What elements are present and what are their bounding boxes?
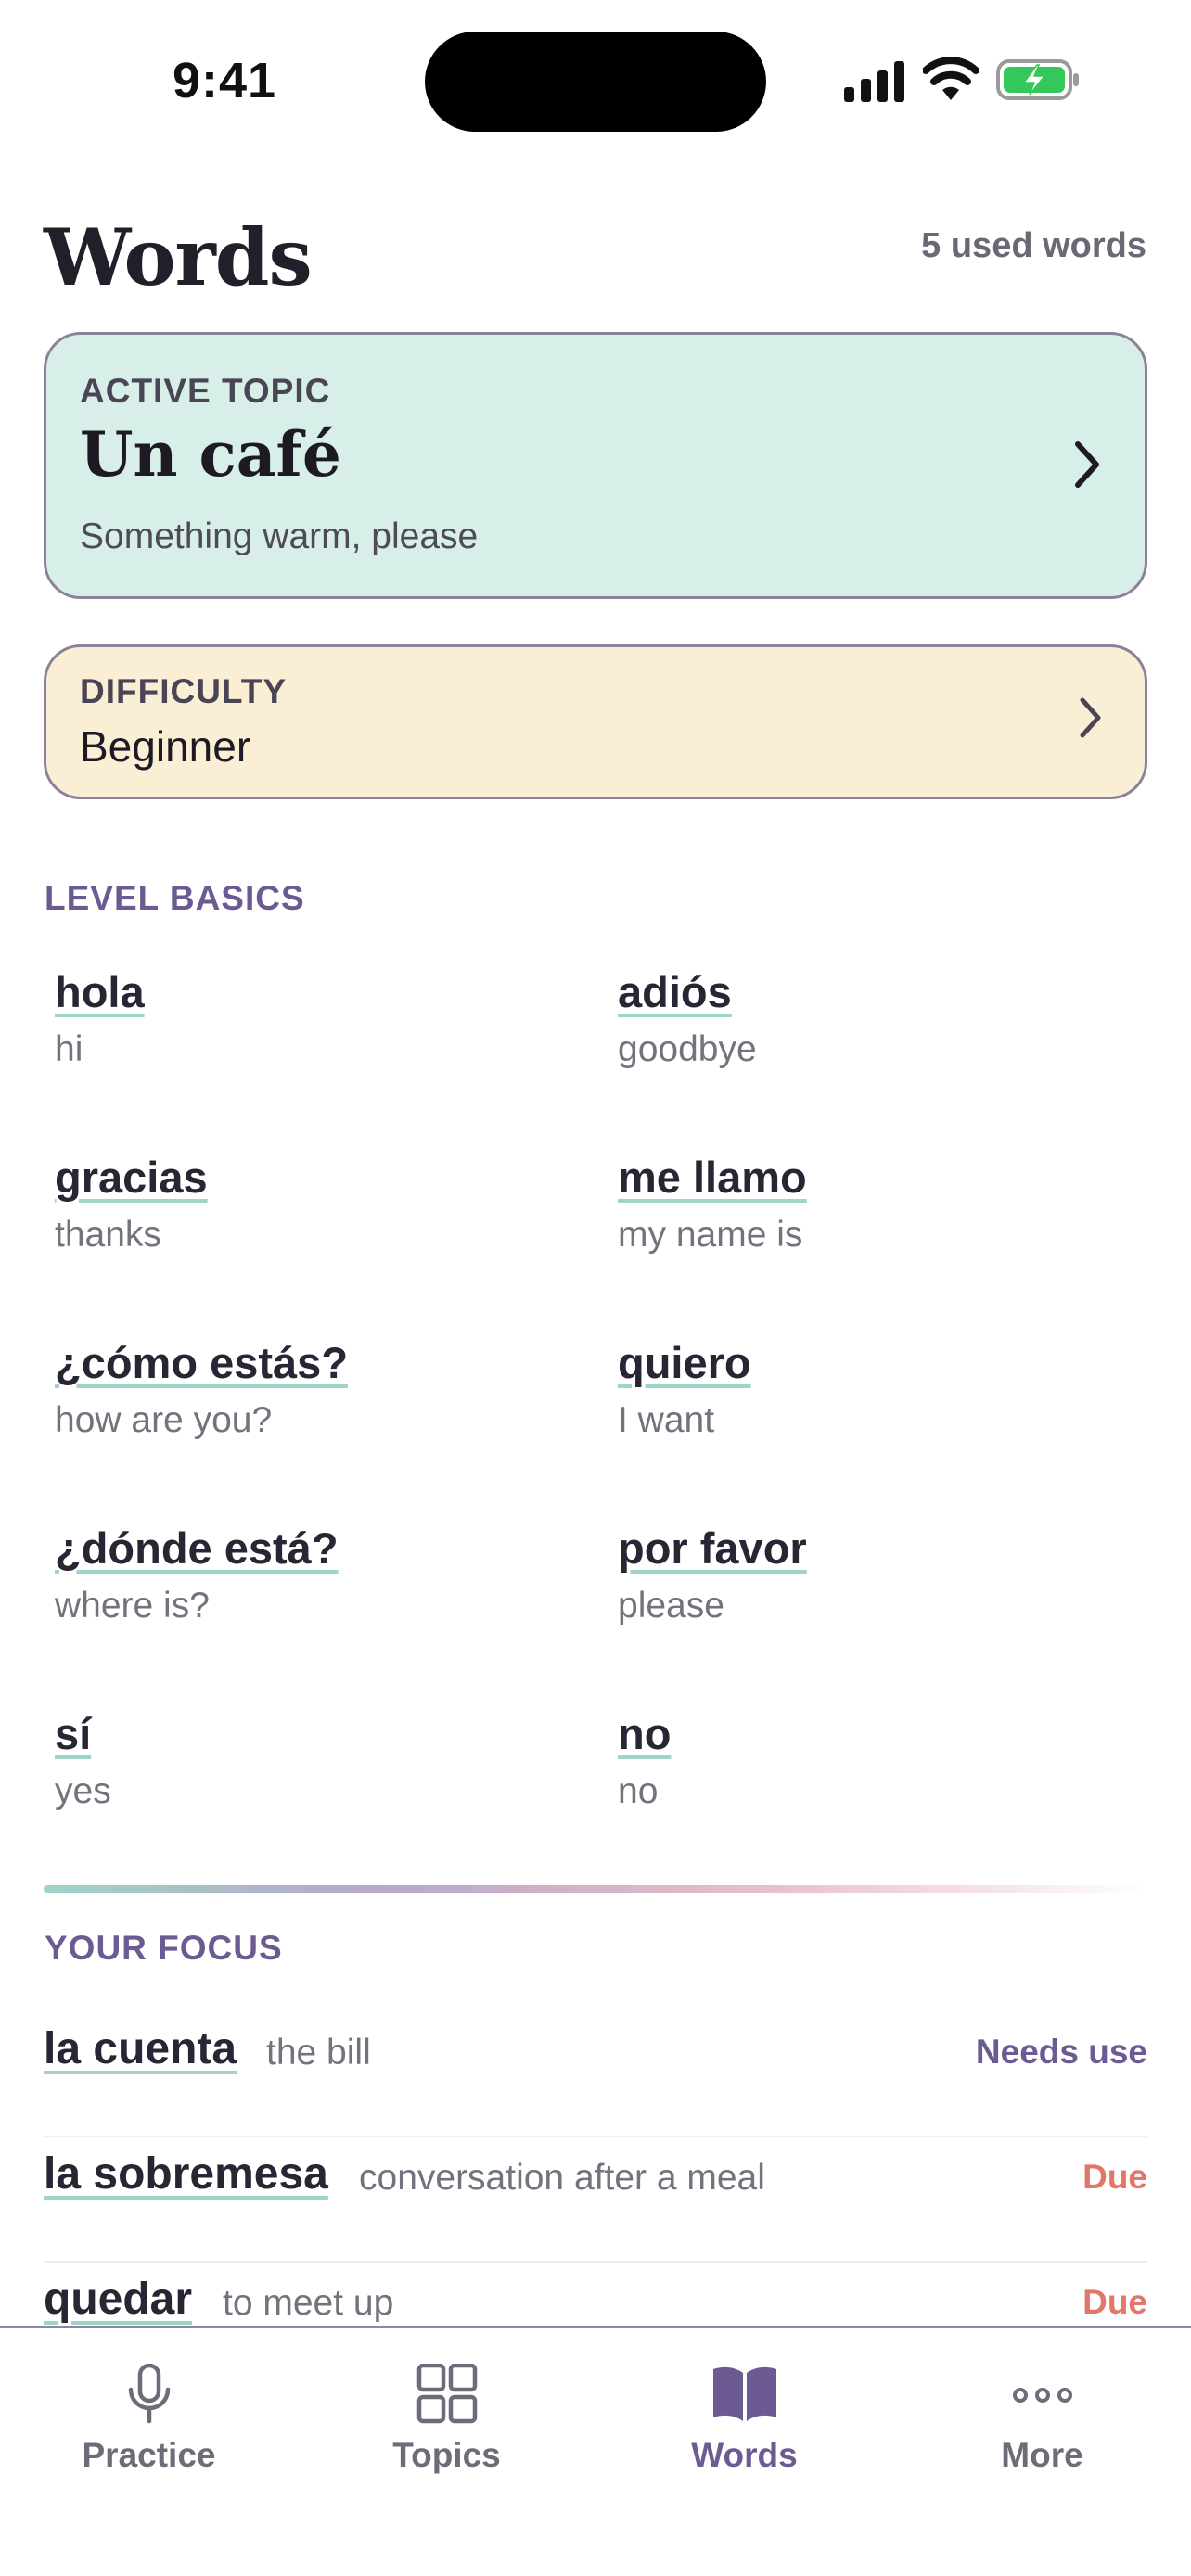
tab-label: More [1001, 2436, 1083, 2474]
word-gloss: goodbye [618, 1029, 757, 1070]
tab-more[interactable]: More [893, 2328, 1191, 2505]
word-gloss: I want [618, 1400, 715, 1441]
focus-term: quedar [44, 2275, 193, 2324]
tab-bar: Practice Topics Words More [0, 2326, 1191, 2576]
word-term: quiero [618, 1338, 751, 1387]
word-gloss: hi [55, 1029, 83, 1070]
dynamic-island [425, 32, 766, 132]
focus-item[interactable]: la sobremesa conversation after a meal D… [44, 2137, 1147, 2263]
active-topic-title: Un café [80, 418, 341, 491]
difficulty-value: Beginner [80, 722, 251, 771]
word-card[interactable]: quiero I want [618, 1337, 1149, 1523]
battery-charging-icon [996, 59, 1079, 100]
word-card[interactable]: hola hi [55, 966, 618, 1152]
focus-gloss: to meet up [223, 2283, 394, 2323]
focus-gloss: conversation after a meal [359, 2158, 765, 2198]
word-gloss: thanks [55, 1215, 161, 1256]
word-gloss: no [618, 1771, 659, 1812]
your-focus-label: YOUR FOCUS [45, 1929, 283, 1967]
focus-item[interactable]: la cuenta the bill Needs use [44, 2012, 1147, 2137]
word-gloss: where is? [55, 1586, 210, 1626]
section-divider [44, 1885, 1147, 1893]
word-card[interactable]: no no [618, 1708, 1149, 1894]
word-gloss: yes [55, 1771, 111, 1812]
word-term: no [618, 1709, 672, 1758]
focus-status-badge: Needs use [975, 2033, 1147, 2071]
word-card[interactable]: ¿cómo estás? how are you? [55, 1337, 618, 1523]
tab-words[interactable]: Words [596, 2328, 893, 2505]
focus-term: la sobremesa [44, 2149, 328, 2199]
level-basics-label: LEVEL BASICS [45, 879, 305, 917]
page-title: Words [44, 211, 313, 303]
word-term: sí [55, 1709, 92, 1758]
word-term: por favor [618, 1524, 807, 1573]
word-card[interactable]: adiós goodbye [618, 966, 1149, 1152]
word-term: hola [55, 967, 145, 1016]
grid-icon [416, 2364, 477, 2424]
active-topic-kicker: ACTIVE TOPIC [80, 372, 331, 410]
focus-gloss: the bill [266, 2033, 371, 2072]
microphone-icon [128, 2364, 170, 2424]
used-words-count: 5 used words [921, 226, 1146, 265]
word-term: gracias [55, 1153, 208, 1202]
focus-status-badge: Due [1082, 2158, 1147, 2196]
more-dots-icon [1012, 2388, 1072, 2403]
word-gloss: how are you? [55, 1400, 273, 1441]
tab-practice[interactable]: Practice [0, 2328, 298, 2505]
word-term: ¿dónde está? [55, 1524, 339, 1573]
difficulty-card[interactable]: DIFFICULTY Beginner [44, 644, 1147, 799]
word-card[interactable]: sí yes [55, 1708, 618, 1894]
difficulty-kicker: DIFFICULTY [80, 672, 288, 710]
cellular-signal-icon [844, 61, 904, 102]
word-gloss: my name is [618, 1215, 803, 1256]
wifi-icon [923, 57, 979, 100]
chevron-right-icon [1080, 697, 1101, 738]
tab-label: Practice [82, 2436, 216, 2474]
tab-label: Words [691, 2436, 798, 2474]
word-card[interactable]: gracias thanks [55, 1152, 618, 1337]
word-card[interactable]: ¿dónde está? where is? [55, 1523, 618, 1708]
active-topic-card[interactable]: ACTIVE TOPIC Un café Something warm, ple… [44, 332, 1147, 599]
tab-label: Topics [392, 2436, 501, 2474]
word-term: me llamo [618, 1153, 807, 1202]
chevron-right-icon [1075, 441, 1099, 488]
focus-status-badge: Due [1082, 2283, 1147, 2321]
status-time: 9:41 [173, 53, 277, 108]
active-topic-subtitle: Something warm, please [80, 516, 479, 556]
tab-topics[interactable]: Topics [298, 2328, 596, 2505]
word-term: adiós [618, 967, 732, 1016]
level-basics-grid: hola hi adiós goodbye gracias thanks me … [55, 966, 1149, 1894]
word-term: ¿cómo estás? [55, 1338, 349, 1387]
book-icon [712, 2366, 776, 2421]
word-card[interactable]: por favor please [618, 1523, 1149, 1708]
word-card[interactable]: me llamo my name is [618, 1152, 1149, 1337]
focus-term: la cuenta [44, 2024, 237, 2073]
status-bar: 9:41 [0, 0, 1191, 158]
word-gloss: please [618, 1586, 724, 1626]
